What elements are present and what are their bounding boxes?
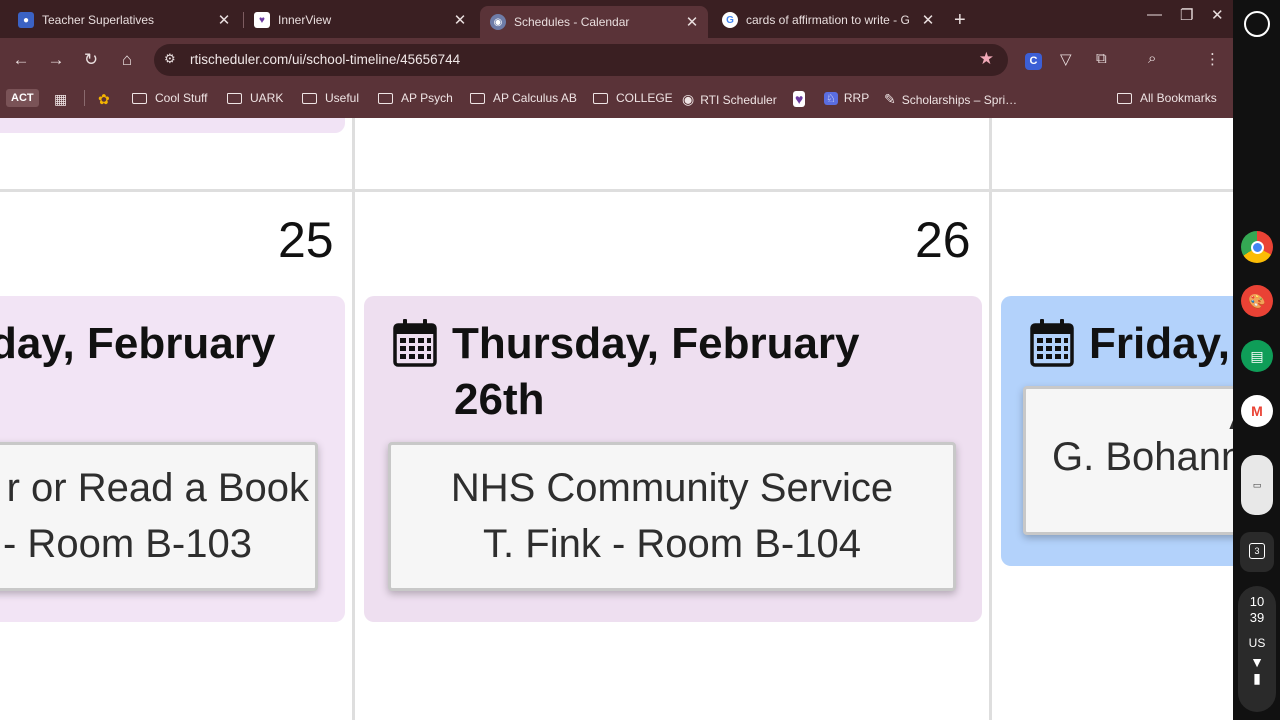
document-preview-icon[interactable]: ▭ [1241, 455, 1273, 515]
bookmark-useful[interactable]: Useful [302, 91, 359, 105]
event-title: NHS Community Service [450, 466, 894, 510]
extensions-icon[interactable]: ⧉ [1096, 50, 1107, 67]
close-icon[interactable]: ✕ [214, 11, 234, 29]
event-card[interactable]: NHS Community Service T. Fink - Room B-1… [388, 442, 956, 591]
close-icon[interactable]: ✕ [450, 11, 470, 29]
bookmark-ap-calculus[interactable]: AP Calculus AB [470, 91, 577, 105]
launcher-icon[interactable] [1244, 11, 1270, 37]
notification-count: 3 [1249, 543, 1265, 559]
tab-schedules-calendar[interactable]: ◉ Schedules - Calendar ✕ [480, 6, 708, 38]
shield-extension-icon[interactable]: ▽ [1060, 50, 1072, 68]
canvas-paint-icon[interactable]: 🎨 [1241, 285, 1273, 317]
calendar-icon [393, 319, 437, 367]
bookmark-college[interactable]: COLLEGE [593, 91, 673, 105]
tab-cards-of-affirmation[interactable]: G cards of affirmation to write - G ✕ [712, 6, 944, 34]
restore-icon[interactable]: ❐ [1180, 6, 1193, 24]
rti-icon: ◉ [490, 14, 506, 30]
bookmark-act[interactable]: ACT [6, 89, 39, 107]
minimize-icon[interactable]: — [1147, 6, 1162, 23]
bookmark-uark[interactable]: UARK [227, 91, 283, 105]
bookmark-rrp[interactable]: ♘ RRP [824, 91, 869, 105]
tab-teacher-superlatives[interactable]: ● Teacher Superlatives ✕ [8, 6, 240, 34]
tab-title: cards of affirmation to write - G [746, 13, 910, 27]
battery-icon: ▮ [1253, 670, 1261, 686]
previous-event-card[interactable] [0, 118, 345, 133]
close-window-icon[interactable]: ✕ [1211, 6, 1224, 24]
toolbar: ← → ↻ ⌂ ⚙ rtischeduler.com/ui/school-tim… [0, 38, 1233, 82]
forward-icon[interactable]: → [45, 50, 67, 70]
photos-icon[interactable]: ✿ [98, 91, 116, 108]
tab-innerview[interactable]: ♥ InnerView ✕ [244, 6, 476, 34]
day-number: 25 [278, 212, 334, 268]
close-icon[interactable]: ✕ [682, 13, 702, 31]
rti-icon: ◉ [682, 91, 695, 107]
event-card[interactable]: r or Read a Book - Room B-103 [0, 442, 318, 591]
bookmark-scholarships[interactable]: ✎ Scholarships – Spri… [884, 91, 1017, 108]
feather-icon: ✎ [884, 91, 896, 107]
new-tab-button[interactable]: + [954, 9, 966, 32]
address-bar[interactable]: ⚙ rtischeduler.com/ui/school-timeline/45… [154, 44, 1008, 76]
day-number: 26 [915, 212, 971, 268]
calendar-icon [1030, 319, 1074, 367]
innerview-bookmark-icon[interactable]: ♥ [793, 91, 811, 107]
wifi-icon: ▼ [1250, 654, 1264, 670]
day-card-wednesday[interactable]: day, February r or Read a Book - Room B-… [0, 296, 345, 622]
row-divider [0, 189, 1233, 192]
chrome-icon[interactable] [1241, 231, 1273, 263]
menu-icon[interactable]: ⋮ [1205, 50, 1220, 68]
day-title: Thursday, February [452, 319, 860, 368]
gmail-icon[interactable]: M [1241, 395, 1273, 427]
event-card[interactable]: A G. Bohann [1023, 386, 1233, 535]
column-divider [352, 118, 355, 720]
event-title: A [1026, 389, 1233, 429]
day-title: day, February [0, 319, 276, 368]
bookmark-ap-psych[interactable]: AP Psych [378, 91, 453, 105]
profile-icon: ● [18, 12, 34, 28]
back-icon[interactable]: ← [10, 50, 32, 70]
day-card-friday[interactable]: Friday, A G. Bohann [1001, 296, 1233, 566]
reload-icon[interactable]: ↻ [80, 50, 102, 70]
locale-label: US [1248, 636, 1266, 650]
tab-title: InnerView [278, 13, 332, 27]
tab-strip: ● Teacher Superlatives ✕ ♥ InnerView ✕ ◉… [0, 0, 1233, 38]
tab-title: Schedules - Calendar [514, 15, 630, 29]
event-teacher-room: T. Fink - Room B-104 [483, 522, 861, 566]
bookmark-rti-scheduler[interactable]: ◉ RTI Scheduler [682, 91, 777, 108]
chromeos-shelf: 🎨 ▤ M ▭ 3 10 39 US ▼ ▮ [1233, 0, 1280, 720]
clock-hour: 10 [1249, 594, 1265, 609]
calendar-page: 25 day, February r or Read a Book - Room… [0, 118, 1233, 720]
day-card-thursday[interactable]: Thursday, February 26th NHS Community Se… [364, 296, 982, 622]
classroom-icon[interactable]: ▤ [1241, 340, 1273, 372]
column-divider [989, 118, 992, 720]
event-teacher-room: - Room B-103 [3, 522, 252, 566]
notification-tray[interactable]: 3 [1240, 532, 1274, 572]
day-title-date: 26th [454, 375, 545, 424]
bookmark-star-icon[interactable]: ★ [979, 49, 994, 69]
tab-title: Teacher Superlatives [42, 13, 155, 27]
bookmark-cool-stuff[interactable]: Cool Stuff [132, 91, 207, 105]
browser-window: ● Teacher Superlatives ✕ ♥ InnerView ✕ ◉… [0, 0, 1233, 720]
status-area[interactable]: 10 39 US ▼ ▮ [1238, 586, 1276, 712]
clock-minute: 39 [1249, 610, 1265, 625]
url-text[interactable]: rtischeduler.com/ui/school-timeline/4565… [190, 52, 460, 67]
day-title: Friday, [1089, 319, 1231, 368]
bookmark-all-bookmarks[interactable]: All Bookmarks [1117, 91, 1217, 105]
tab-search-icon[interactable]: ⌕ [1148, 50, 1156, 67]
innerview-icon: ♥ [254, 12, 270, 28]
apps-grid-icon[interactable]: ▦ [54, 91, 73, 108]
event-title: r or Read a Book [6, 466, 309, 510]
google-icon: G [722, 12, 738, 28]
close-icon[interactable]: ✕ [918, 11, 938, 29]
site-settings-icon[interactable]: ⚙ [164, 51, 176, 67]
bookmarks-bar: ▦ ✿ Cool Stuff UARK Useful AP Psych AP C… [0, 82, 1233, 118]
event-teacher-room: G. Bohann [1052, 435, 1233, 479]
home-icon[interactable]: ⌂ [116, 50, 138, 70]
c-extension-icon[interactable]: C [1025, 53, 1042, 70]
